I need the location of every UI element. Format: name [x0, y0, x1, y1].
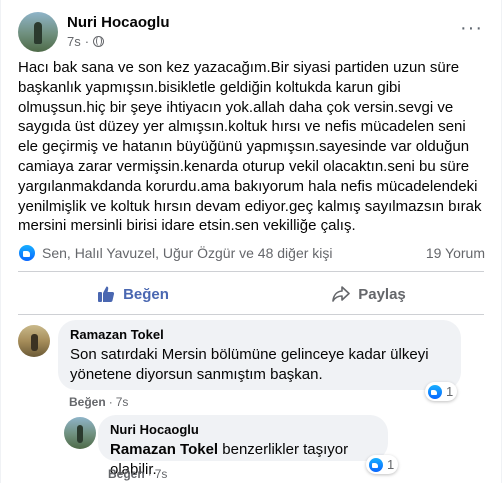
meta-separator: · [84, 34, 90, 49]
comment-reaction-badge[interactable]: 1 [425, 382, 458, 401]
divider [18, 271, 484, 272]
post-time[interactable]: 7s [67, 34, 81, 49]
like-button[interactable]: Beğen [18, 277, 248, 311]
reply-avatar[interactable] [64, 417, 96, 449]
comment-reaction-count: 1 [446, 384, 454, 399]
reply-like-button[interactable]: Beğen [108, 467, 145, 481]
comment-bubble: Ramazan Tokel Son satırdaki Mersin bölüm… [58, 320, 461, 390]
reply-actions: Beğen · 7s [108, 467, 167, 481]
post-text: Hacı bak sana ve son kez yazacağım.Bir s… [18, 59, 482, 235]
comment-text: Son satırdaki Mersin bölümüne gelinceye … [70, 346, 429, 383]
reply-reaction-count: 1 [387, 457, 395, 472]
post-author-name[interactable]: Nuri Hocaoglu [67, 14, 170, 31]
comment-author[interactable]: Ramazan Tokel [70, 327, 449, 343]
reply-bubble: Nuri Hocaoglu Ramazan Tokel benzerlikler… [98, 415, 388, 478]
share-button[interactable]: Paylaş [254, 277, 484, 311]
reply-reaction-badge[interactable]: 1 [366, 455, 399, 474]
comment-count-link[interactable]: 19 Yorum [426, 245, 485, 261]
reply-mention[interactable]: Ramazan Tokel [110, 441, 218, 458]
globe-icon[interactable] [93, 36, 105, 47]
like-reaction-icon [427, 383, 443, 400]
comment-time[interactable]: 7s [116, 395, 129, 409]
like-reaction-icon [368, 456, 384, 473]
share-icon [332, 285, 351, 303]
reply-author[interactable]: Nuri Hocaoglu [110, 422, 376, 438]
reply-time[interactable]: 7s [155, 467, 168, 481]
like-reaction-icon [18, 244, 36, 262]
thumbs-up-icon [97, 285, 115, 303]
share-button-label: Paylaş [358, 285, 406, 303]
more-options-button[interactable]: ··· [460, 18, 483, 38]
comment-actions: Beğen · 7s [69, 395, 128, 409]
reaction-summary[interactable]: Sen, Halıl Yavuzel, Uğur Özgür ve 48 diğ… [18, 244, 333, 262]
author-avatar[interactable] [18, 12, 58, 52]
reply-separator: · [147, 467, 152, 481]
divider [18, 314, 484, 315]
post-meta: 7s · [67, 34, 105, 49]
like-button-label: Beğen [123, 285, 169, 303]
comment-like-button[interactable]: Beğen [69, 395, 106, 409]
comment-separator: · [108, 395, 113, 409]
reaction-summary-text[interactable]: Sen, Halıl Yavuzel, Uğur Özgür ve 48 diğ… [42, 245, 333, 261]
post-card: Nuri Hocaoglu 7s · ··· Hacı bak sana ve … [1, 0, 501, 483]
commenter-avatar[interactable] [18, 325, 50, 357]
